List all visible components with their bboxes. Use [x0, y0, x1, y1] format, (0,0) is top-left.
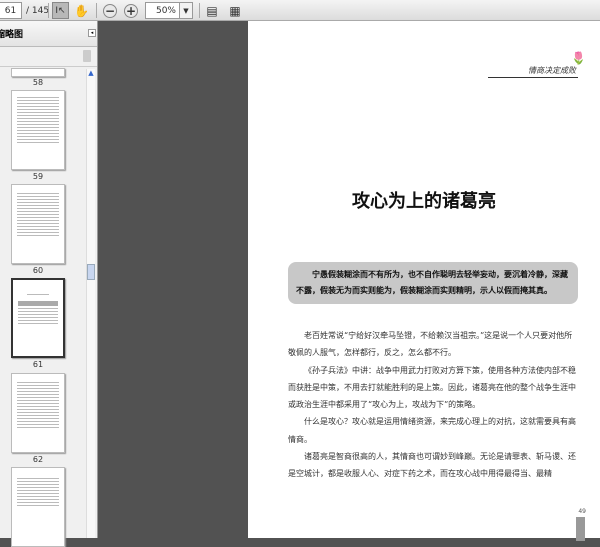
fit-page-icon[interactable]: ▤ [205, 2, 219, 19]
paragraph: 《孙子兵法》中讲：战争中用武力打败对方算下策，使用各种方法使内部不稳而获胜是中策… [288, 365, 576, 410]
select-tool-icon[interactable]: I↖ [52, 2, 69, 19]
running-header: 情商决定成败 [488, 65, 578, 78]
trash-icon[interactable] [83, 50, 91, 62]
thumbnail-label: 58 [32, 78, 44, 87]
toolbar: 61 / 145 I↖ ✋ − + 50% ▼ ▤ ▦ [0, 0, 600, 21]
page-number-input[interactable]: 61 [0, 2, 22, 19]
thumbnail-label: 62 [32, 455, 44, 464]
flower-pot-icon: 🌷 [571, 51, 586, 65]
page-number: 49 [578, 508, 586, 515]
page-edge-marker [576, 517, 585, 541]
thumbnails-panel: 缩略图 ◂ 58 59 60 61 62 ▲ [0, 21, 98, 547]
thumbnail-page-current[interactable] [11, 278, 65, 358]
paragraph: 什么是攻心？攻心就是运用情绪资源，来完成心理上的对抗，这就需要具有高情商。 [288, 417, 576, 444]
scrollbar-thumb[interactable] [87, 264, 95, 280]
body-text: 老百姓常说“宁给好汉牵马坠镫，不给赖汉当祖宗。”这是说一个人只要对他所敬佩的人服… [288, 327, 578, 483]
thumbnail-page[interactable] [11, 467, 65, 547]
thumbnail-page[interactable] [11, 68, 65, 77]
collapse-panel-icon[interactable]: ◂ [88, 29, 96, 37]
panel-title: 缩略图 [0, 30, 24, 40]
zoom-input[interactable]: 50% [145, 2, 180, 19]
paragraph: 诸葛亮是智商很高的人，其情商也可谓妙到峰巅。无论是请罪表、斩马谡、还是空城计，都… [288, 452, 576, 479]
epigraph-box: 宁愚假装糊涂而不有所为，也不自作聪明去轻举妄动，要沉着冷静，深藏不露，假装无为而… [288, 262, 578, 304]
fit-width-icon[interactable]: ▦ [228, 2, 242, 19]
scroll-up-icon[interactable]: ▲ [87, 69, 95, 77]
thumbnail-label: 59 [32, 172, 44, 181]
document-page: 情商决定成败 🌷 攻心为上的诸葛亮 宁愚假装糊涂而不有所为，也不自作聪明去轻举妄… [248, 21, 600, 541]
thumbnail-label: 61 [32, 360, 44, 369]
paragraph: 老百姓常说“宁给好汉牵马坠镫，不给赖汉当祖宗。”这是说一个人只要对他所敬佩的人服… [288, 331, 573, 358]
thumbnail-page[interactable] [11, 90, 65, 170]
zoom-out-icon[interactable]: − [103, 2, 117, 19]
thumbnail-page[interactable] [11, 184, 65, 264]
thumbnails-scrollbar[interactable]: ▲ [86, 69, 95, 538]
page-total: / 145 [26, 5, 50, 16]
chapter-title: 攻心为上的诸葛亮 [352, 191, 496, 212]
zoom-dropdown-chevron-icon[interactable]: ▼ [180, 2, 193, 19]
hand-tool-icon[interactable]: ✋ [73, 2, 90, 19]
zoom-in-icon[interactable]: + [124, 2, 138, 19]
thumbnail-label: 60 [32, 266, 44, 275]
thumbnail-page[interactable] [11, 373, 65, 453]
